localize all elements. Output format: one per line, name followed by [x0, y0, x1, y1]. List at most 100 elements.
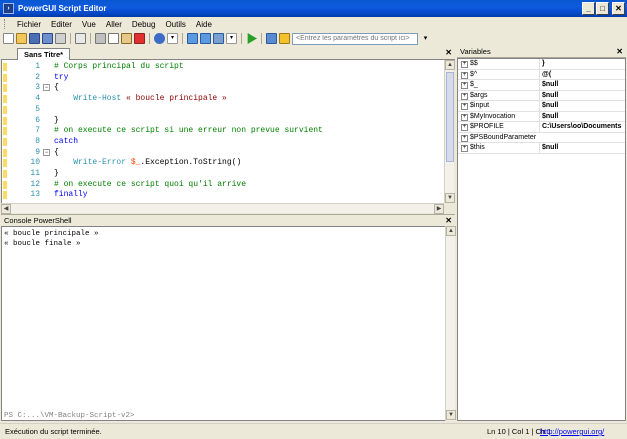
- code-line[interactable]: 1 # Corps principal du script: [2, 62, 444, 73]
- console-header: Console PowerShell ✕: [1, 214, 455, 226]
- code-line[interactable]: 12 # on execute ce script quoi qu'il arri…: [2, 180, 444, 191]
- save-icon[interactable]: [29, 33, 40, 44]
- copy-icon[interactable]: [108, 33, 119, 44]
- expand-icon[interactable]: +: [461, 71, 468, 79]
- minimize-button[interactable]: _: [582, 2, 595, 15]
- scroll-up-icon[interactable]: ▲: [445, 60, 455, 70]
- close-icon[interactable]: ✕: [445, 215, 452, 226]
- code-line[interactable]: 7 # on execute ce script si une erreur no…: [2, 126, 444, 137]
- code-line[interactable]: 4 Write-Host « boucle principale »: [2, 94, 444, 105]
- change-marker: [3, 159, 7, 168]
- code-line[interactable]: 9−{: [2, 148, 444, 159]
- console-prompt[interactable]: PS C:...\VM-Backup-Script-v2>: [4, 412, 135, 420]
- scroll-down-icon[interactable]: ▼: [445, 193, 455, 203]
- menu-fichier[interactable]: Fichier: [12, 20, 46, 29]
- menu-vue[interactable]: Vue: [77, 20, 101, 29]
- expand-icon[interactable]: +: [461, 134, 468, 142]
- expand-icon[interactable]: +: [461, 103, 468, 110]
- close-button[interactable]: ✕: [612, 2, 625, 15]
- code-line[interactable]: 2 try: [2, 73, 444, 84]
- change-marker: [3, 148, 7, 157]
- open-folder-icon[interactable]: [16, 33, 27, 44]
- code-token: {: [54, 83, 59, 93]
- scroll-thumb[interactable]: [446, 72, 454, 162]
- line-number: 7: [35, 126, 40, 136]
- variable-row[interactable]: + $input $null: [458, 101, 625, 112]
- print-icon[interactable]: [55, 33, 66, 44]
- expand-icon[interactable]: +: [461, 92, 468, 100]
- menu-debug[interactable]: Debug: [127, 20, 161, 29]
- code-line[interactable]: 6}: [2, 116, 444, 127]
- code-text: }: [54, 116, 59, 125]
- code-token: Write-Error: [54, 158, 131, 168]
- change-marker: [3, 63, 7, 71]
- powershell-console-icon[interactable]: [279, 33, 290, 44]
- paste-icon[interactable]: [121, 33, 132, 44]
- change-marker: [3, 116, 7, 125]
- close-icon[interactable]: ✕: [445, 48, 452, 57]
- variable-value: $null: [539, 101, 625, 111]
- editor-vertical-scrollbar[interactable]: ▲ ▼: [444, 60, 455, 203]
- cut-icon[interactable]: [95, 33, 106, 44]
- indent-icon[interactable]: [187, 33, 198, 44]
- help-icon[interactable]: [154, 33, 165, 44]
- editor-horizontal-scrollbar[interactable]: ◀ ▶: [1, 203, 444, 214]
- console-vertical-scrollbar[interactable]: ▲ ▼: [445, 226, 456, 421]
- expand-icon[interactable]: +: [461, 61, 468, 68]
- code-line[interactable]: 13 finally: [2, 190, 444, 201]
- code-line[interactable]: 11}: [2, 169, 444, 180]
- menu-grip[interactable]: [4, 19, 7, 29]
- outdent-icon[interactable]: [200, 33, 211, 44]
- variable-row[interactable]: + $MyInvocation $null: [458, 111, 625, 122]
- powershell-console[interactable]: « boucle principale » « boucle finale » …: [1, 226, 456, 421]
- line-number: 8: [35, 136, 40, 146]
- code-line[interactable]: 10 Write-Error $_.Exception.ToString(): [2, 158, 444, 169]
- variable-row[interactable]: + $_ $null: [458, 80, 625, 91]
- scroll-up-icon[interactable]: ▲: [446, 226, 456, 236]
- script-editor[interactable]: 1 # Corps principal du script 2 try 3−{4 Wri…: [1, 60, 444, 203]
- scroll-down-icon[interactable]: ▼: [446, 410, 456, 420]
- maximize-button[interactable]: □: [596, 2, 609, 15]
- menu-aide[interactable]: Aide: [191, 20, 217, 29]
- fold-toggle-icon[interactable]: −: [43, 148, 50, 156]
- code-line[interactable]: 8 catch: [2, 137, 444, 148]
- find-icon[interactable]: [75, 33, 86, 44]
- step-icon[interactable]: [266, 33, 277, 44]
- zoom-icon[interactable]: [213, 33, 224, 44]
- close-icon[interactable]: ✕: [616, 46, 623, 57]
- variable-row[interactable]: + $PSBoundParameters: [458, 133, 625, 143]
- variable-row[interactable]: + $this $null: [458, 143, 625, 154]
- delete-icon[interactable]: [134, 33, 145, 44]
- variable-row[interactable]: + $^ @(: [458, 69, 625, 80]
- powergui-link[interactable]: http://powergui.org/: [540, 424, 604, 439]
- variable-row[interactable]: + $$}: [458, 59, 625, 70]
- expand-icon[interactable]: +: [461, 124, 468, 131]
- menu-outils[interactable]: Outils: [160, 20, 190, 29]
- script-params-input[interactable]: [292, 32, 418, 45]
- chevron-down-icon[interactable]: ▾: [167, 33, 178, 44]
- menu-aller[interactable]: Aller: [101, 20, 127, 29]
- chevron-down-icon[interactable]: ▾: [420, 33, 431, 44]
- scroll-left-icon[interactable]: ◀: [1, 204, 11, 214]
- menu-editer[interactable]: Editer: [46, 20, 77, 29]
- window-title: PowerGUI Script Editor: [18, 4, 107, 13]
- variable-row[interactable]: + $args $null: [458, 90, 625, 101]
- code-line[interactable]: 3−{: [2, 83, 444, 94]
- code-text: {: [54, 83, 59, 92]
- tab-sans-titre[interactable]: Sans Titre*: [17, 48, 71, 60]
- save-all-icon[interactable]: [42, 33, 53, 44]
- expand-icon[interactable]: +: [461, 82, 468, 89]
- run-icon[interactable]: [247, 33, 257, 44]
- code-line[interactable]: 5: [2, 105, 444, 116]
- fold-toggle-icon[interactable]: −: [43, 84, 50, 92]
- expand-icon[interactable]: +: [461, 145, 468, 152]
- new-file-icon[interactable]: [3, 33, 14, 44]
- variables-title: Variables: [460, 47, 491, 56]
- variable-row[interactable]: + $PROFILE C:\Users\oo\Documents: [458, 122, 625, 133]
- line-number: 3: [35, 83, 40, 93]
- scroll-right-icon[interactable]: ▶: [434, 204, 444, 214]
- expand-icon[interactable]: +: [461, 113, 468, 121]
- line-number: 5: [35, 104, 40, 114]
- chevron-down-icon[interactable]: ▾: [226, 33, 237, 44]
- variable-name: $$: [470, 60, 478, 67]
